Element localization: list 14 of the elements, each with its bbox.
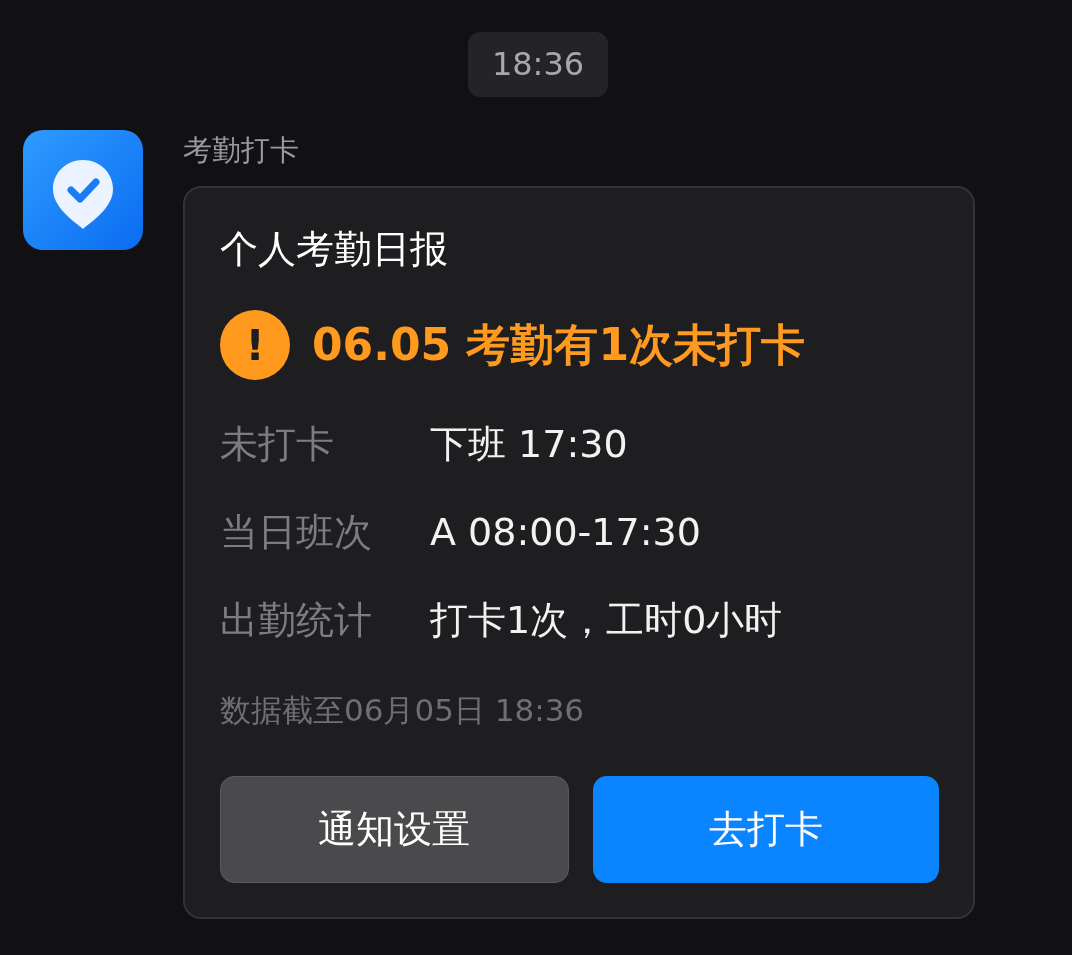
- footnote: 数据截至06月05日 18:36: [220, 691, 586, 730]
- card-title: 个人考勤日报: [220, 226, 449, 272]
- row-value: A 08:00-17:30: [430, 509, 701, 556]
- alert-text: 06.05 考勤有1次未打卡: [312, 317, 806, 372]
- action-button[interactable]: 通知设置: [220, 776, 569, 883]
- row-value: 打卡1次，工时0小时: [430, 597, 783, 644]
- action-button[interactable]: 去打卡: [592, 776, 939, 883]
- row-label: 当日班次: [220, 509, 373, 556]
- sender-name: 考勤打卡: [183, 132, 300, 168]
- row-value: 下班 17:30: [430, 421, 628, 468]
- row-label: 未打卡: [220, 421, 335, 468]
- row-label: 出勤统计: [220, 597, 373, 644]
- location-check-icon: [23, 130, 143, 250]
- warning-icon: !: [220, 310, 290, 380]
